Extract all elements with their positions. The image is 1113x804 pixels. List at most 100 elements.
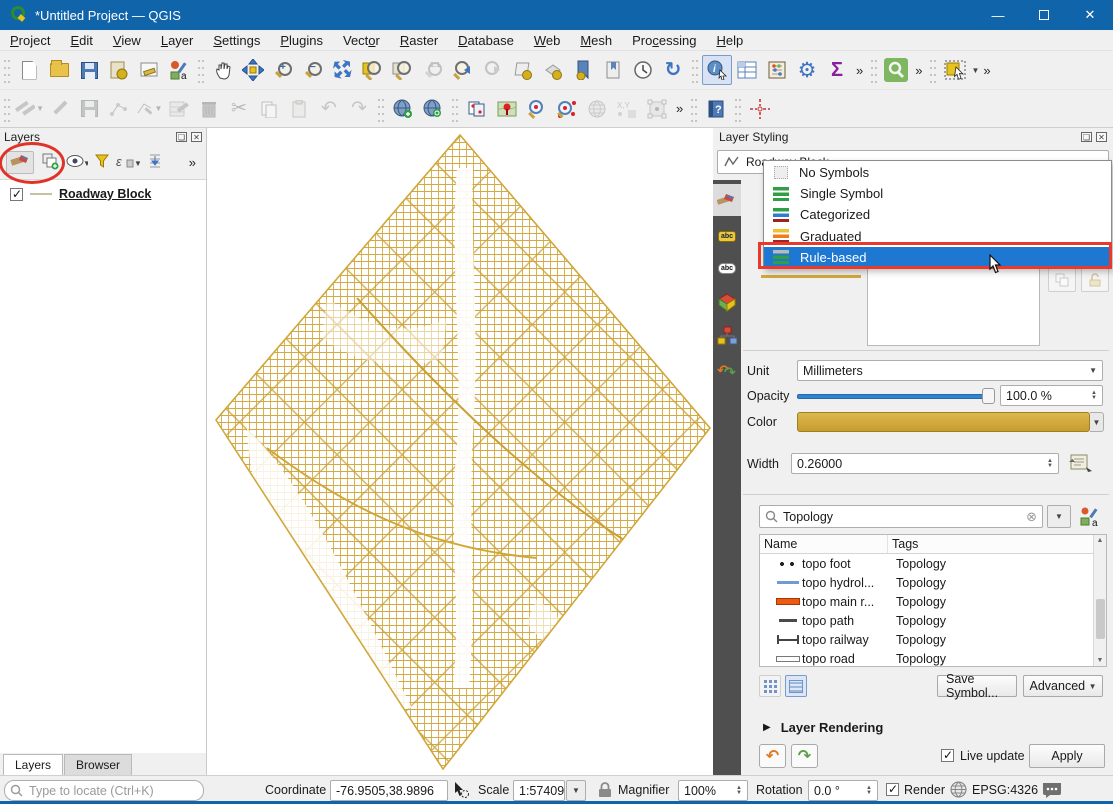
zoom-out-button[interactable]: −: [298, 55, 328, 85]
column-name[interactable]: Name: [760, 535, 888, 553]
menu-item[interactable]: Layer: [151, 31, 204, 50]
symbol-row[interactable]: topo main r... Topology: [760, 592, 1106, 611]
symbol-table-header[interactable]: Name Tags: [760, 535, 1106, 554]
width-spinbox[interactable]: 0.26000 ▲▼: [791, 453, 1059, 474]
new-3d-map-view-button[interactable]: [538, 55, 568, 85]
opacity-slider[interactable]: [797, 387, 995, 405]
modify-attributes-button[interactable]: [164, 94, 194, 124]
renderer-option[interactable]: No Symbols: [764, 162, 1111, 183]
show-bookmarks-button[interactable]: [598, 55, 628, 85]
style-undo-button[interactable]: ↶: [759, 744, 786, 768]
menu-item[interactable]: Help: [706, 31, 753, 50]
style-manager-shortcut-button[interactable]: a: [1079, 506, 1101, 531]
toolbar-handle[interactable]: [450, 96, 460, 122]
toolbar-handle[interactable]: [869, 57, 879, 83]
menu-item[interactable]: Database: [448, 31, 524, 50]
copy-highlighted-features-button[interactable]: [462, 94, 492, 124]
zoom-next-button[interactable]: [478, 55, 508, 85]
metasearch-new-button[interactable]: [388, 94, 418, 124]
save-project-button[interactable]: [74, 55, 104, 85]
advanced-button[interactable]: Advanced ▼: [1023, 675, 1103, 697]
menu-item[interactable]: Mesh: [570, 31, 622, 50]
statistical-summary-button[interactable]: [762, 55, 792, 85]
menu-item[interactable]: Project: [0, 31, 60, 50]
toolbar-overflow-chevron[interactable]: »: [979, 63, 994, 78]
float-panel-icon[interactable]: ❏: [1081, 132, 1092, 142]
column-tags[interactable]: Tags: [888, 535, 1106, 553]
toolbar-overflow-chevron[interactable]: »: [852, 63, 867, 78]
opacity-spinbox[interactable]: 100.0 % ▲▼: [1000, 385, 1103, 406]
close-button[interactable]: ✕: [1067, 0, 1113, 30]
undo-button[interactable]: ↶: [314, 94, 344, 124]
minimize-button[interactable]: —: [975, 0, 1021, 30]
tab-masks[interactable]: abc: [713, 252, 741, 284]
tab-symbology[interactable]: [713, 184, 741, 216]
panel-tab[interactable]: Layers: [3, 754, 63, 775]
lock-symbol-button[interactable]: [1081, 268, 1109, 292]
toolbar-handle[interactable]: [733, 96, 743, 122]
select-features-button[interactable]: [940, 55, 970, 85]
panel-overflow-chevron[interactable]: »: [185, 155, 200, 170]
renderer-option[interactable]: Single Symbol: [764, 183, 1111, 204]
menu-item[interactable]: Edit: [60, 31, 102, 50]
renderer-option[interactable]: Categorized: [764, 204, 1111, 225]
style-manager-button[interactable]: a: [164, 55, 194, 85]
copy-features-button[interactable]: [254, 94, 284, 124]
add-group-button[interactable]: [41, 152, 59, 173]
expand-all-button[interactable]: [147, 153, 163, 172]
spin-arrows[interactable]: ▲▼: [736, 786, 742, 796]
new-map-view-button[interactable]: [508, 55, 538, 85]
spin-arrows[interactable]: ▲▼: [1091, 391, 1097, 401]
refresh-button[interactable]: ↻: [658, 55, 688, 85]
zoom-last-button[interactable]: [448, 55, 478, 85]
opacity-slider-handle[interactable]: [982, 388, 995, 404]
menu-item[interactable]: Settings: [203, 31, 270, 50]
zoom-to-selected-button[interactable]: [522, 94, 552, 124]
table-scrollbar[interactable]: ▲▼: [1093, 535, 1106, 666]
layer-name[interactable]: Roadway Block: [59, 187, 151, 201]
open-project-button[interactable]: [44, 55, 74, 85]
expression-filter-button[interactable]: ε▼: [116, 154, 140, 171]
current-edits-button[interactable]: ▼: [14, 94, 44, 124]
data-defined-override-button[interactable]: [1068, 452, 1094, 477]
save-layer-edits-button[interactable]: [74, 94, 104, 124]
toolbar-handle[interactable]: [690, 57, 700, 83]
crs-value[interactable]: EPSG:4326: [972, 783, 1038, 797]
symbol-row[interactable]: topo road Topology: [760, 649, 1106, 667]
open-layer-styling-button[interactable]: [6, 151, 34, 174]
duplicate-symbol-button[interactable]: [1048, 268, 1076, 292]
close-panel-icon[interactable]: ✕: [191, 132, 202, 142]
spin-arrows[interactable]: ▲▼: [866, 786, 872, 796]
menu-item[interactable]: Processing: [622, 31, 706, 50]
new-print-layout-button[interactable]: [104, 55, 134, 85]
spatial-bookmark-map-button[interactable]: [492, 94, 522, 124]
rotation-spinbox[interactable]: 0.0 °▲▼: [808, 780, 878, 801]
georeferencer-button[interactable]: [642, 94, 672, 124]
pan-to-selection-button[interactable]: [238, 55, 268, 85]
menu-item[interactable]: Raster: [390, 31, 448, 50]
magnifier-spinbox[interactable]: 100%▲▼: [678, 780, 748, 801]
color-button[interactable]: [797, 412, 1090, 432]
menu-item[interactable]: Vector: [333, 31, 390, 50]
metasearch-button[interactable]: [418, 94, 448, 124]
scale-combo[interactable]: 1:57409: [513, 780, 565, 801]
locate-input[interactable]: Type to locate (Ctrl+K): [4, 780, 204, 801]
zoom-native-button[interactable]: 1:1: [418, 55, 448, 85]
tab-labels[interactable]: abc: [713, 220, 741, 252]
crs-globe-icon[interactable]: [950, 781, 967, 801]
menu-item[interactable]: Plugins: [270, 31, 333, 50]
close-panel-icon[interactable]: ✕: [1096, 132, 1107, 142]
menu-item[interactable]: Web: [524, 31, 571, 50]
tab-diagrams[interactable]: [713, 320, 741, 352]
symbol-row[interactable]: topo foot Topology: [760, 554, 1106, 573]
apply-button[interactable]: Apply: [1029, 744, 1105, 768]
open-attribute-table-button[interactable]: [732, 55, 762, 85]
toolbar-handle[interactable]: [2, 96, 12, 122]
identify-features-button[interactable]: i: [702, 55, 732, 85]
symbol-layer-line-swatch[interactable]: [761, 275, 861, 278]
recenter-button[interactable]: [745, 94, 775, 124]
temporal-controller-button[interactable]: [628, 55, 658, 85]
messages-icon[interactable]: [1042, 782, 1062, 801]
symbol-row[interactable]: topo hydrol... Topology: [760, 573, 1106, 592]
render-checkbox[interactable]: [886, 783, 899, 796]
